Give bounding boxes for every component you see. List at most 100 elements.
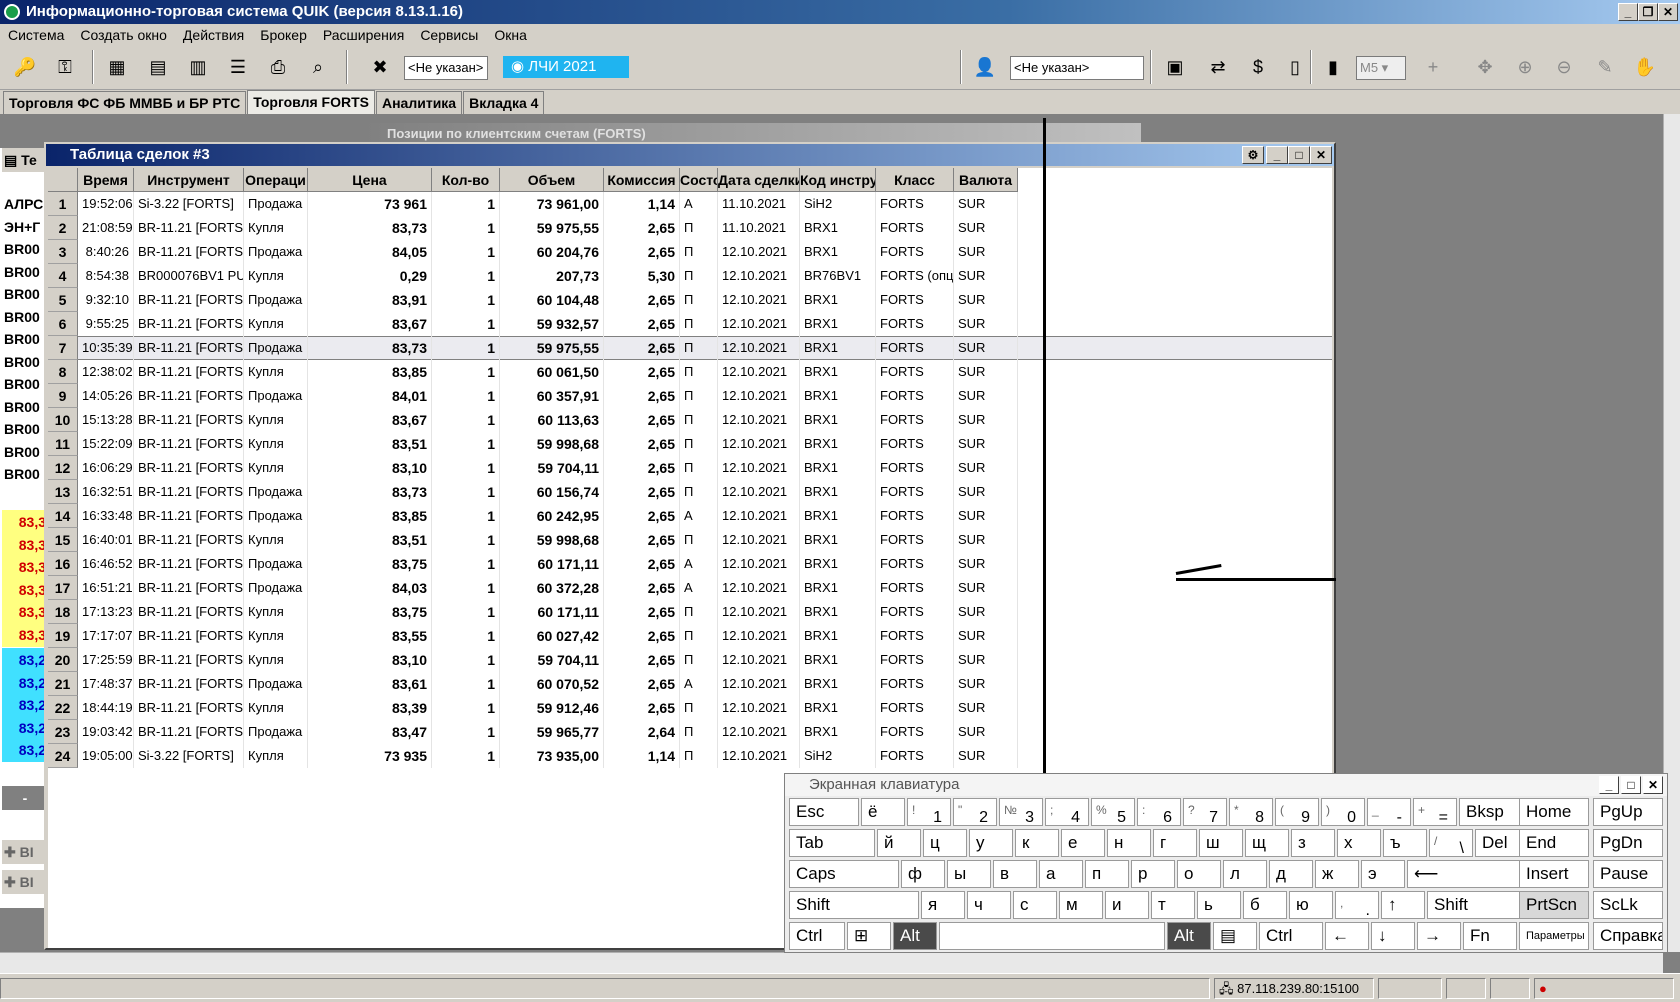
key[interactable]: Caps bbox=[789, 860, 899, 888]
window-maximize-button[interactable]: □ bbox=[1288, 146, 1310, 164]
row-number[interactable]: 16 bbox=[48, 552, 78, 576]
row-number[interactable]: 8 bbox=[48, 360, 78, 384]
key[interactable]: ф bbox=[901, 860, 945, 888]
left-window-tab[interactable]: ✚ ВІ bbox=[2, 870, 46, 894]
key[interactable]: ) 0 bbox=[1321, 798, 1365, 826]
nav-key[interactable]: Pause bbox=[1593, 860, 1663, 888]
nav-key[interactable]: End bbox=[1519, 829, 1589, 857]
row-number[interactable]: 4 bbox=[48, 264, 78, 288]
osk-minimize-button[interactable]: _ bbox=[1599, 776, 1619, 794]
search-table-icon[interactable]: ⌕ bbox=[303, 52, 333, 82]
row-number[interactable]: 10 bbox=[48, 408, 78, 432]
row-number[interactable]: 20 bbox=[48, 648, 78, 672]
zoom-in-icon[interactable]: ⊕ bbox=[1510, 52, 1540, 82]
key[interactable]: (9 bbox=[1275, 798, 1319, 826]
key[interactable] bbox=[939, 922, 1165, 950]
key[interactable]: Alt bbox=[1167, 922, 1211, 950]
row-number[interactable]: 7 bbox=[48, 336, 78, 360]
close-button[interactable]: ✕ bbox=[1658, 3, 1678, 21]
menu-item[interactable]: Система bbox=[0, 27, 72, 43]
row-number[interactable]: 22 bbox=[48, 696, 78, 720]
window-settings-button[interactable]: ⚙ bbox=[1242, 146, 1264, 164]
nav-key[interactable]: Параметры bbox=[1519, 922, 1589, 950]
key[interactable]: к bbox=[1015, 829, 1059, 857]
disconnect-icon[interactable]: ⚿ bbox=[50, 52, 80, 82]
move-icon[interactable]: ✥ bbox=[1470, 52, 1500, 82]
row-number[interactable]: 13 bbox=[48, 480, 78, 504]
zoom-out-icon[interactable]: ⊖ bbox=[1549, 52, 1579, 82]
key[interactable]: * 8 bbox=[1229, 798, 1273, 826]
key[interactable]: р bbox=[1131, 860, 1175, 888]
account-select[interactable]: <Не указан> bbox=[404, 56, 488, 80]
window-minimize-button[interactable]: _ bbox=[1266, 146, 1288, 164]
key[interactable]: ,. bbox=[1335, 891, 1379, 919]
key[interactable]: Esc bbox=[789, 798, 859, 826]
row-number[interactable]: 24 bbox=[48, 744, 78, 768]
restore-button[interactable]: ❐ bbox=[1638, 3, 1658, 21]
nav-key[interactable]: Insert bbox=[1519, 860, 1589, 888]
key[interactable]: Ctrl bbox=[1259, 922, 1323, 950]
key[interactable]: п bbox=[1085, 860, 1129, 888]
key[interactable]: у bbox=[969, 829, 1013, 857]
window-close-button[interactable]: ✕ bbox=[1310, 146, 1332, 164]
osk-close-button[interactable]: ✕ bbox=[1643, 776, 1663, 794]
key[interactable]: Ctrl bbox=[789, 922, 845, 950]
ruler-icon[interactable]: ✎ bbox=[1590, 52, 1620, 82]
col-header[interactable]: Кол-во bbox=[432, 168, 500, 192]
key[interactable]: л bbox=[1223, 860, 1267, 888]
key[interactable]: ↑ bbox=[1381, 891, 1425, 919]
col-header[interactable]: Класс bbox=[876, 168, 954, 192]
key[interactable]: а bbox=[1039, 860, 1083, 888]
key[interactable]: ы bbox=[947, 860, 991, 888]
key[interactable]: ч bbox=[967, 891, 1011, 919]
row-number[interactable]: 21 bbox=[48, 672, 78, 696]
key[interactable]: ш bbox=[1199, 829, 1243, 857]
deal-icon[interactable]: ⎙ bbox=[263, 52, 293, 82]
key[interactable]: ъ bbox=[1383, 829, 1427, 857]
col-header[interactable]: Валюта bbox=[954, 168, 1018, 192]
key[interactable]: ; 4 bbox=[1045, 798, 1089, 826]
key[interactable]: о bbox=[1177, 860, 1221, 888]
row-number[interactable]: 2 bbox=[48, 216, 78, 240]
nav-key[interactable]: PgDn bbox=[1593, 829, 1663, 857]
key[interactable]: д bbox=[1269, 860, 1313, 888]
key[interactable]: ж bbox=[1315, 860, 1359, 888]
col-header[interactable]: Комиссия bbox=[604, 168, 680, 192]
key[interactable]: т bbox=[1151, 891, 1195, 919]
key[interactable]: / \ bbox=[1429, 829, 1473, 857]
key[interactable]: " 2 bbox=[953, 798, 997, 826]
osk-maximize-button[interactable]: □ bbox=[1621, 776, 1641, 794]
menu-item[interactable]: Расширения bbox=[315, 27, 412, 43]
key[interactable]: Tab bbox=[789, 829, 875, 857]
key[interactable]: + = bbox=[1413, 798, 1457, 826]
chart-icon[interactable]: ▤ bbox=[143, 52, 173, 82]
key[interactable]: % 5 bbox=[1091, 798, 1135, 826]
user-remove-icon[interactable]: 👤 bbox=[970, 52, 1000, 82]
key[interactable]: ь bbox=[1197, 891, 1241, 919]
key[interactable]: е bbox=[1061, 829, 1105, 857]
row-number[interactable]: 6 bbox=[48, 312, 78, 336]
key[interactable]: Shift bbox=[789, 891, 919, 919]
col-header[interactable]: Операци bbox=[244, 168, 308, 192]
menu-item[interactable]: Создать окно bbox=[72, 27, 175, 43]
minimize-button[interactable]: _ bbox=[1618, 3, 1638, 21]
row-number[interactable]: 18 bbox=[48, 600, 78, 624]
crosshair-icon[interactable]: + bbox=[1418, 52, 1448, 82]
key[interactable]: ц bbox=[923, 829, 967, 857]
menu-item[interactable]: Брокер bbox=[252, 27, 315, 43]
report-icon[interactable]: ▯ bbox=[1280, 52, 1310, 82]
key[interactable]: № 3 bbox=[999, 798, 1043, 826]
row-number[interactable]: 1 bbox=[48, 192, 78, 216]
nav-key[interactable]: Home bbox=[1519, 798, 1589, 826]
key[interactable]: Alt bbox=[893, 922, 937, 950]
transfer-icon[interactable]: ⇄ bbox=[1203, 52, 1233, 82]
key[interactable]: с bbox=[1013, 891, 1057, 919]
key[interactable]: н bbox=[1107, 829, 1151, 857]
key[interactable]: _ - bbox=[1367, 798, 1411, 826]
menu-item[interactable]: Действия bbox=[175, 27, 252, 43]
nav-key[interactable]: ScLk bbox=[1593, 891, 1663, 919]
row-number[interactable]: 12 bbox=[48, 456, 78, 480]
menu-item[interactable]: Окна bbox=[486, 27, 535, 43]
key[interactable]: г bbox=[1153, 829, 1197, 857]
key[interactable]: Fn bbox=[1463, 922, 1517, 950]
